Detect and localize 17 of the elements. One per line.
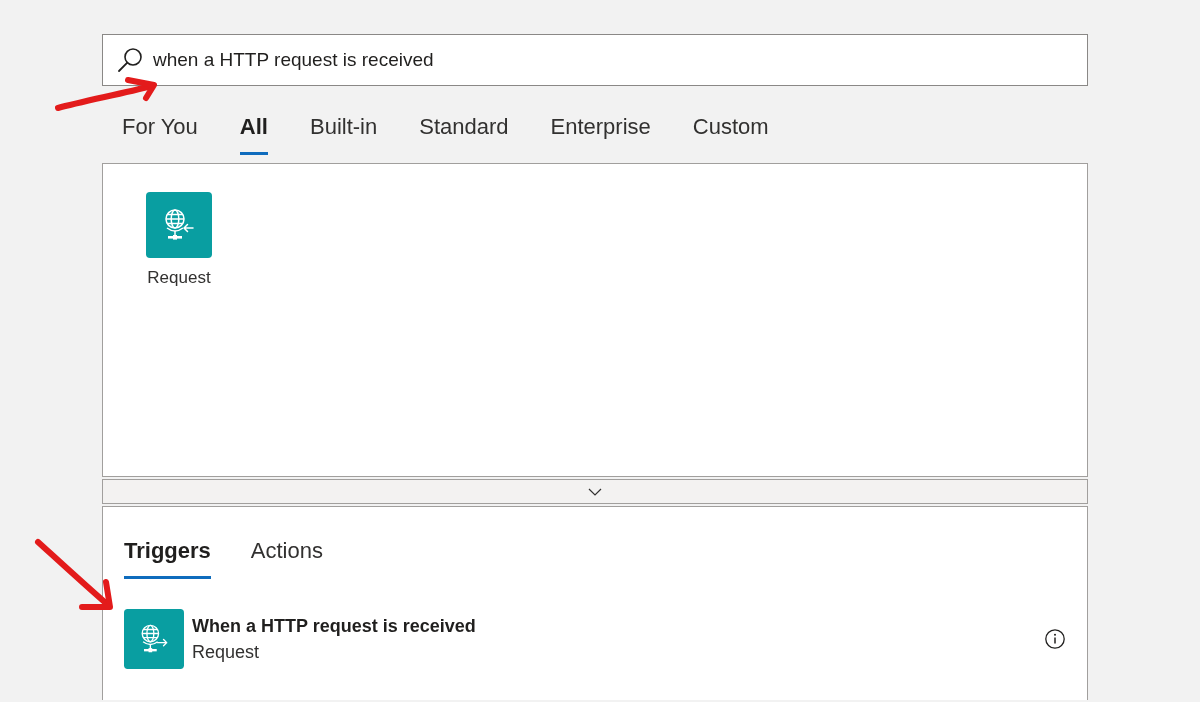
tab[interactable]: Actions (250, 534, 323, 579)
tab[interactable]: Built-in (309, 110, 378, 155)
search-field[interactable]: when a HTTP request is received (102, 34, 1088, 86)
tab[interactable]: For You (122, 110, 198, 155)
chevron-down-icon (588, 487, 602, 496)
tab[interactable]: Custom (692, 110, 769, 155)
tab[interactable]: Standard (419, 110, 509, 155)
connector-name: Request (192, 641, 260, 663)
connector-tile[interactable]: Request (138, 192, 220, 288)
search-icon (117, 47, 143, 73)
tab[interactable]: Triggers (124, 534, 211, 579)
tab[interactable]: All (239, 110, 268, 155)
info-icon[interactable] (1045, 629, 1065, 649)
globe-icon (146, 192, 212, 258)
trigger-title[interactable]: When a HTTP request is received (192, 615, 476, 637)
tab[interactable]: Enterprise (550, 110, 651, 155)
globe-icon (124, 609, 184, 669)
